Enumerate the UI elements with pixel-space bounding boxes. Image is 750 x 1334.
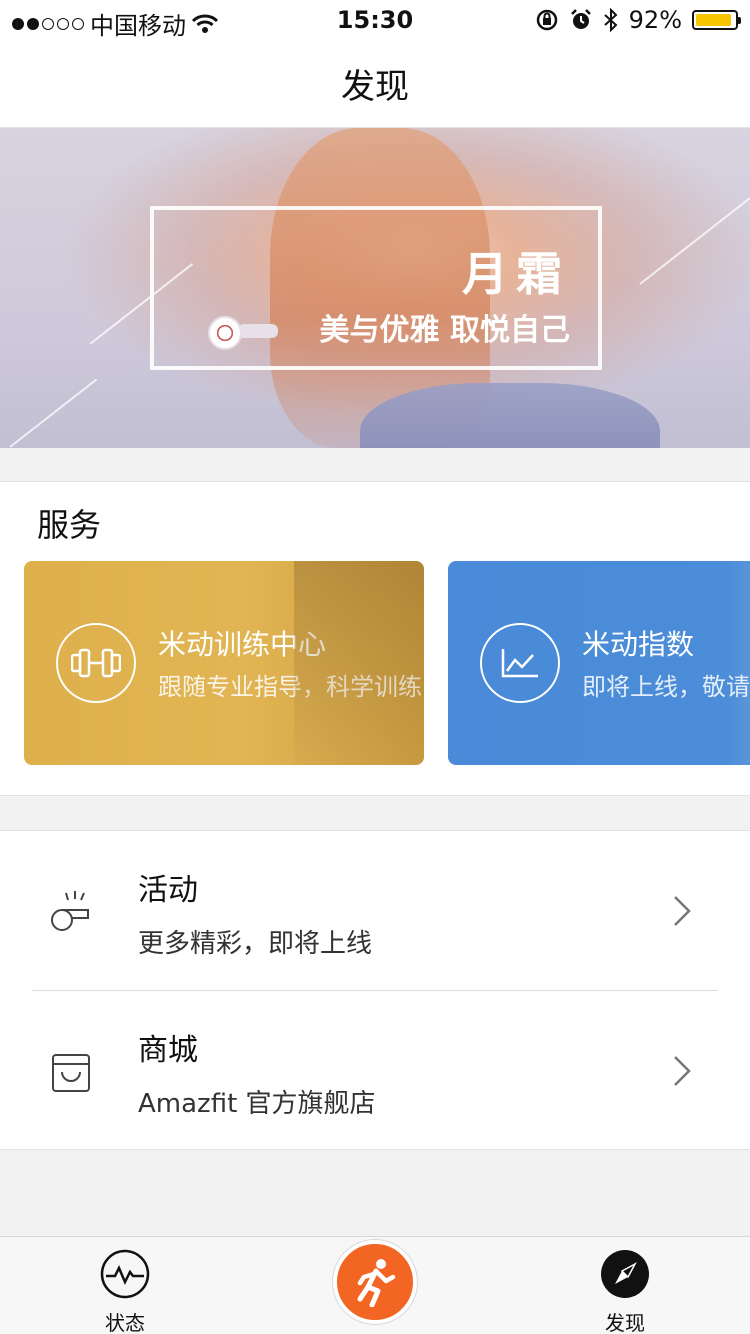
card-subtitle: 跟随专业指导，科学训练 [158,673,422,701]
promo-banner[interactable]: 月霜 美与优雅 取悦自己 [0,128,750,448]
list-item-activity[interactable]: 活动 更多精彩，即将上线 [0,831,750,991]
status-right: 92% [535,6,741,34]
rotation-lock-icon [536,9,557,31]
dumbbell-icon [56,623,136,703]
services-title: 服务 [37,506,102,544]
banner-title: 月霜 [462,247,570,301]
page-title: 发现 [341,67,409,107]
battery-percent: 92% [628,6,682,34]
banner-subtitle: 美与优雅 取悦自己 [319,313,570,348]
card-title: 米动训练中心 [158,628,327,661]
card-title: 米动指数 [582,628,695,661]
tab-status[interactable]: 状态 [65,1237,185,1334]
status-bar: 中国移动 15:30 92% [0,0,750,40]
tab-discover[interactable]: 发现 [565,1237,685,1334]
mi-index-card[interactable]: 米动指数 即将上线，敬请期待 [448,561,750,765]
shop-icon [52,1054,90,1092]
list-item-shop[interactable]: 商城 Amazfit 官方旗舰店 [0,991,750,1151]
training-center-card[interactable]: 米动训练中心 跟随专业指导，科学训练 [24,561,424,765]
bluetooth-icon [603,8,618,32]
navigation-bar: 发现 [0,40,750,128]
chart-line-icon [480,623,560,703]
list-item-title: 商城 [138,1033,198,1068]
list-item-subtitle: 更多精彩，即将上线 [138,929,373,959]
running-man-icon [357,1259,396,1307]
compass-icon [601,1250,649,1298]
activity-pulse-icon [100,1249,150,1299]
list-item-subtitle: Amazfit 官方旗舰店 [138,1089,376,1119]
tab-label: 状态 [105,1311,145,1334]
banner-decor-line [639,197,750,285]
alarm-icon [570,9,591,29]
battery-level-fill [696,14,731,26]
banner-model-dress [360,383,660,448]
card-subtitle: 即将上线，敬请期待 [582,673,750,701]
tab-label: 发现 [605,1311,645,1334]
battery-icon [692,10,741,30]
watch-icon [208,316,242,350]
services-section: 服务 米动训练中心 跟随专业指导，科学训练 米动指数 即将上线，敬请期待 [0,481,750,796]
list-item-title: 活动 [138,873,198,908]
banner-decor-line [9,378,98,448]
feature-list: 活动 更多精彩，即将上线 商城 Amazfit 官方旗舰店 [0,830,750,1150]
watch-band [238,324,278,338]
start-run-button[interactable] [333,1240,417,1324]
chevron-right-icon [674,1056,691,1086]
whistle-icon [51,891,89,931]
chevron-right-icon [674,896,691,926]
